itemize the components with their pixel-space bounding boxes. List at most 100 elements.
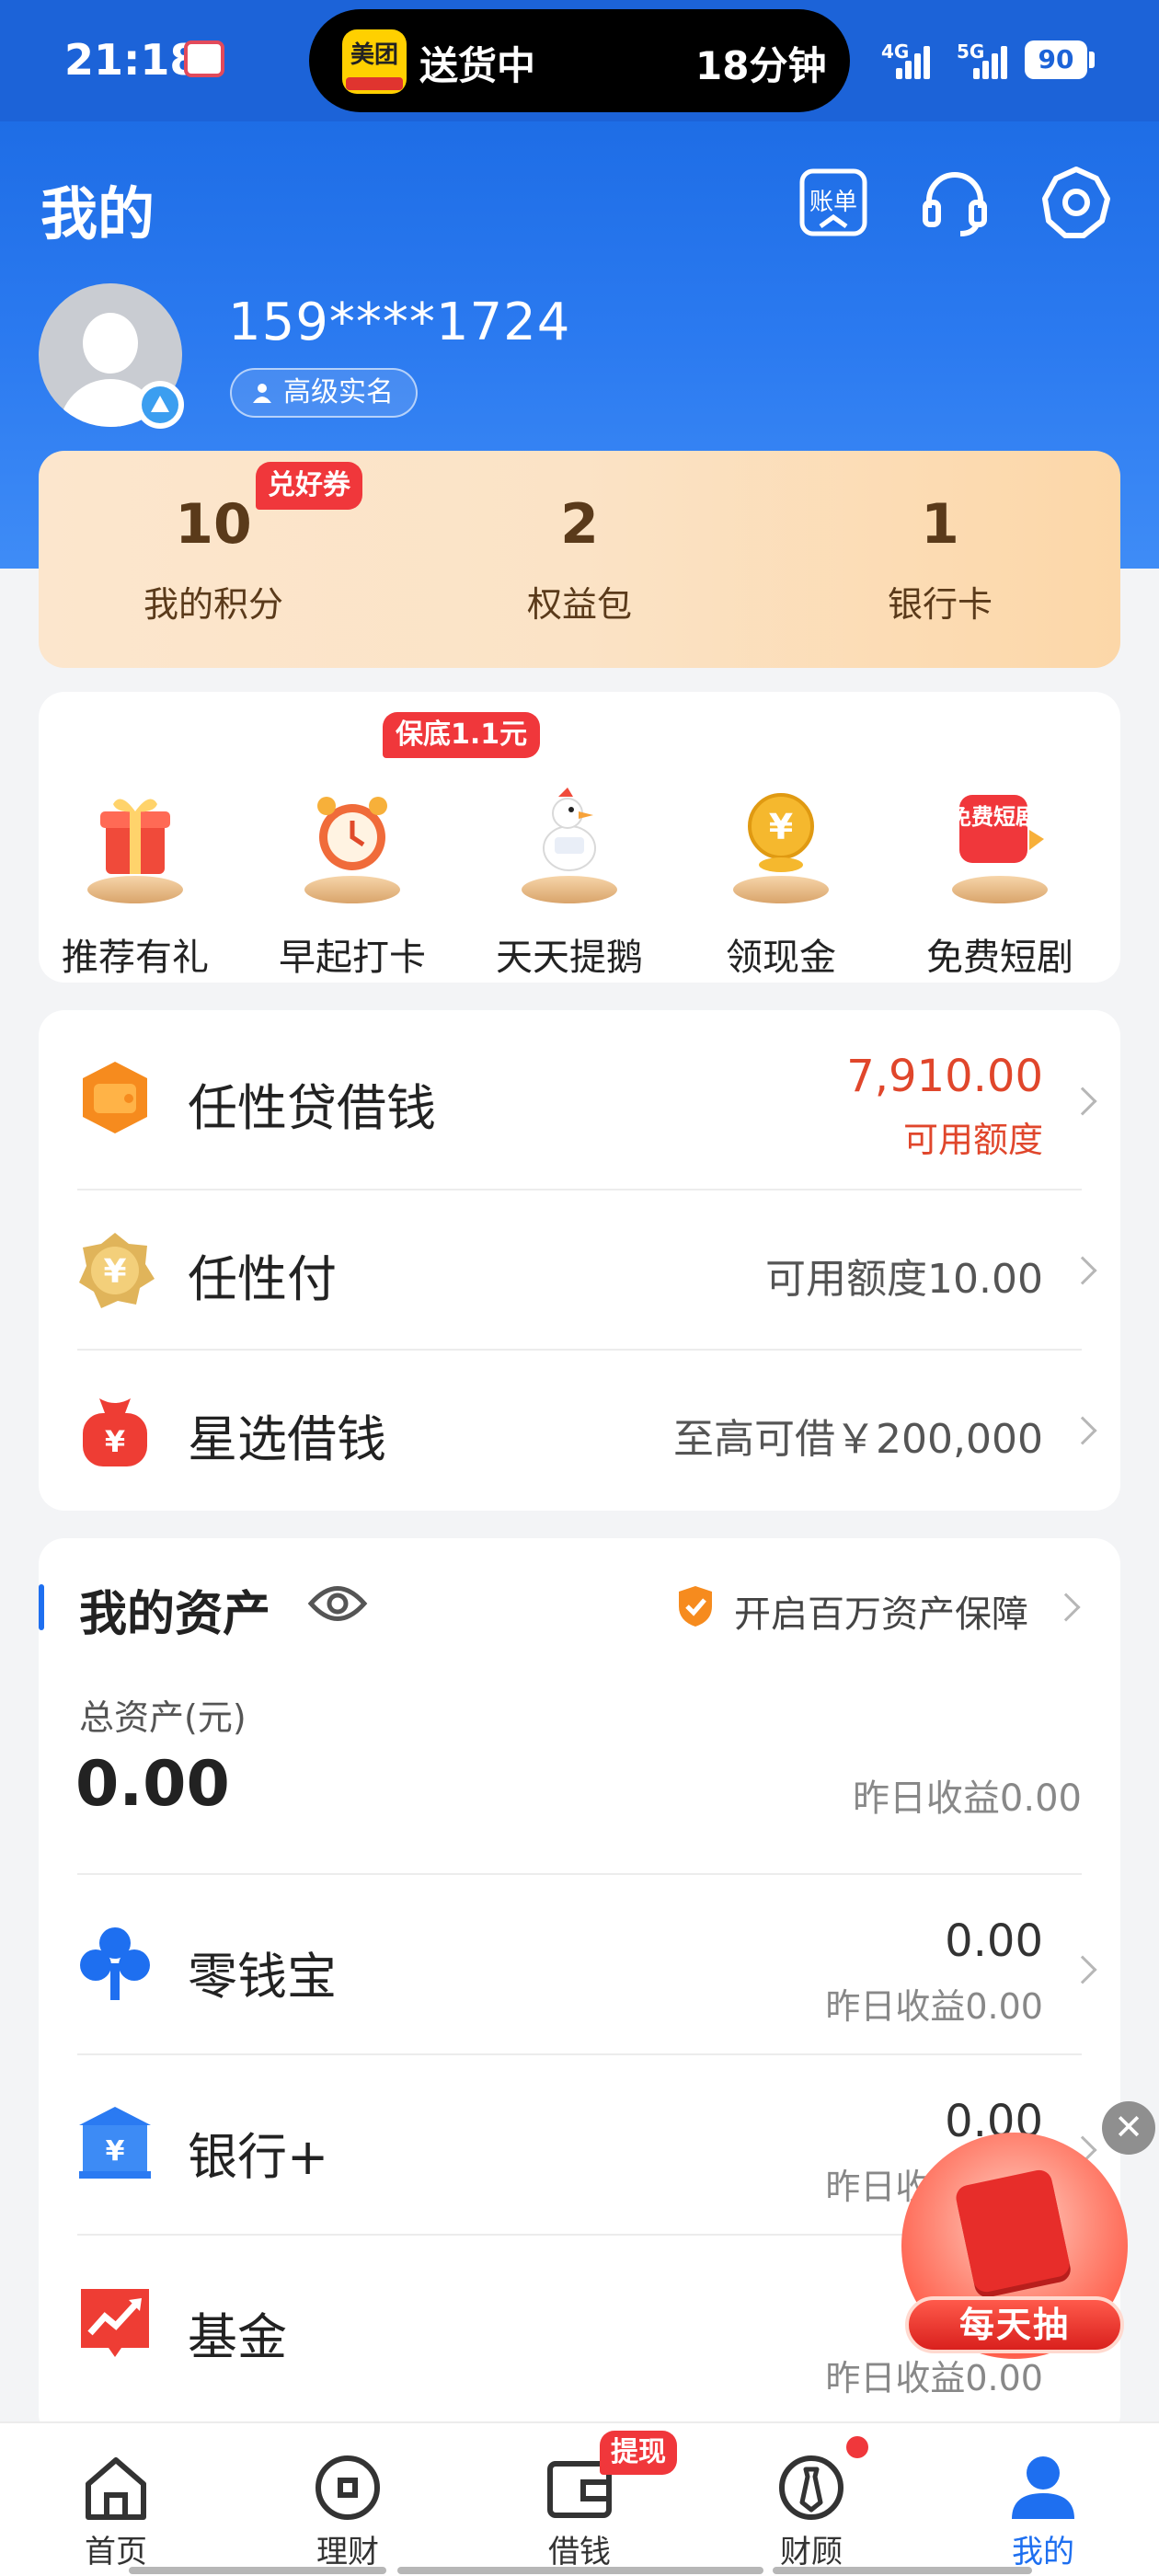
svg-text:¥: ¥ [106,2135,125,2168]
shield-icon [679,1586,712,1627]
asset-row-title: 零钱宝 [188,1948,337,2006]
bank-card-item[interactable]: 1 银行卡 [802,488,1078,627]
activity-item-checkin[interactable]: 早起打卡 [256,784,449,981]
loan-row-xingxuan[interactable]: ¥ 星选借钱 至高可借￥200,000 [39,1351,1120,1511]
carrier-icon [184,40,224,77]
close-icon[interactable]: ✕ [1102,2101,1155,2155]
asset-protection-link[interactable]: 开启百万资产保障 [671,1579,1085,1636]
svg-text:账单: 账单 [809,189,857,216]
chevron-right-icon [1068,1256,1097,1285]
person-icon [253,384,271,403]
benefit-pack-item[interactable]: 2 权益包 [442,488,717,627]
loan-row-value: 至高可借￥200,000 [673,1416,1043,1463]
account-phone: 159****1724 [228,293,571,352]
asset-row-title: 银行+ [188,2128,329,2186]
bill-button[interactable]: 账单 [797,166,870,239]
status-bar: 21:18 美团 送货中 18分钟 4G 5G 90 [0,0,1159,121]
coupon-tag[interactable]: 兑好券 [256,462,362,510]
money-bag-icon: ¥ [83,1398,147,1466]
notification-dot [846,2436,868,2458]
bank-icon: ¥ [79,2107,151,2179]
island-eta-text: 18分钟 [695,43,827,88]
signal-icon [970,42,1010,79]
fund-chart-icon [81,2289,149,2357]
loan-row-title: 任性付 [188,1250,337,1308]
settings-button[interactable] [1039,166,1113,239]
meituan-logo-icon: 美团 [342,29,407,94]
activity-label: 早起打卡 [279,937,426,979]
yuan-badge-icon: ¥ [79,1233,155,1308]
asset-protection-label: 开启百万资产保障 [734,1593,1028,1636]
activity-item-goose[interactable]: 天天提鹅 [473,784,666,981]
island-status-text: 送货中 [419,43,536,88]
activity-label: 领现金 [726,937,836,979]
gift-icon [80,784,190,903]
activity-label: 推荐有礼 [62,937,209,979]
activity-item-cash[interactable]: ¥ 领现金 [684,784,878,981]
home-indicator [773,2567,1032,2574]
asset-row-title: 基金 [188,2308,287,2366]
battery-tip [1089,52,1095,68]
activity-label: 天天提鹅 [496,937,643,979]
user-icon [1012,2456,1074,2519]
status-time: 21:18 [64,35,200,85]
asset-row-value: 0.00 [945,1915,1043,1967]
checkin-reward-badge: 保底1.1元 [383,712,541,758]
loan-row-title: 星选借钱 [188,1410,386,1468]
benefit-pack-value: 2 [560,492,599,557]
points-card: 10 我的积分 2 权益包 1 银行卡 [39,451,1120,668]
realname-label: 高级实名 [283,376,394,408]
bank-card-label: 银行卡 [887,584,993,625]
loan-row-title: 任性贷借钱 [188,1079,436,1137]
wealth-icon [316,2455,380,2520]
bottom-tab-bar: 首页 理财 借钱 财顾 我的 [0,2421,1159,2576]
tab-label: 财顾 [780,2534,843,2570]
home-indicator [129,2567,386,2574]
total-yesterday-earnings: 昨日收益0.00 [852,1777,1082,1820]
benefit-pack-label: 权益包 [526,584,632,625]
daily-draw-button[interactable]: 每天抽 [905,2296,1124,2353]
page-title: 我的 [40,180,155,247]
clover-icon [80,1927,150,2000]
asset-row-earnings: 昨日收益0.00 [825,1986,1043,2027]
loan-available-label: 可用额度 [902,1120,1043,1160]
coin-icon: ¥ [726,784,836,903]
tab-label: 理财 [316,2534,379,2570]
advisor-icon [779,2455,843,2520]
battery-icon: 90 [1025,40,1087,79]
verified-badge-icon [136,381,184,429]
svg-text:¥: ¥ [105,1424,125,1459]
activity-card: 推荐有礼 早起打卡 天天提鹅 ¥ 领现金 免费短剧 免费短剧 [39,692,1120,983]
svg-text:¥: ¥ [103,1253,126,1291]
total-assets-label: 总资产(元) [79,1697,247,1738]
activity-item-referral[interactable]: 推荐有礼 [39,784,232,981]
total-assets-value: 0.00 [75,1748,230,1821]
activity-item-drama[interactable]: 免费短剧 免费短剧 [903,784,1096,981]
loan-row-renxingfu[interactable]: ¥ 任性付 可用额度10.00 [39,1190,1120,1351]
gear-icon [1042,167,1110,238]
customer-service-button[interactable] [918,166,992,239]
bill-icon: 账单 [799,168,867,236]
svg-text:免费短剧: 免费短剧 [949,804,1038,830]
tab-advisor[interactable]: 财顾 [738,2451,885,2571]
asset-row-lingqianbao[interactable]: 零钱宝 0.00 昨日收益0.00 [39,1875,1120,2055]
loan-row-value: 可用额度10.00 [765,1256,1043,1303]
tab-mine[interactable]: 我的 [970,2451,1117,2571]
realname-badge[interactable]: 高级实名 [230,368,418,418]
withdraw-badge: 提现 [600,2431,677,2475]
tab-label: 借钱 [548,2534,611,2570]
activity-label: 免费短剧 [926,937,1073,979]
tab-home[interactable]: 首页 [42,2451,189,2571]
eye-icon[interactable] [307,1579,368,1628]
short-drama-icon: 免费短剧 [945,784,1055,903]
assets-title: 我的资产 [79,1587,271,1642]
home-indicator [397,2567,763,2574]
loan-row-renxingdai[interactable]: 任性贷借钱 7,910.00 可用额度 [39,1010,1120,1190]
tab-label: 首页 [85,2534,147,2570]
loan-available-amount: 7,910.00 [846,1051,1043,1102]
points-label: 我的积分 [143,584,283,625]
tab-wealth[interactable]: 理财 [274,2451,421,2571]
signal-icon [892,42,933,79]
chevron-right-icon [1068,1416,1097,1445]
chevron-right-icon [1068,1087,1097,1116]
